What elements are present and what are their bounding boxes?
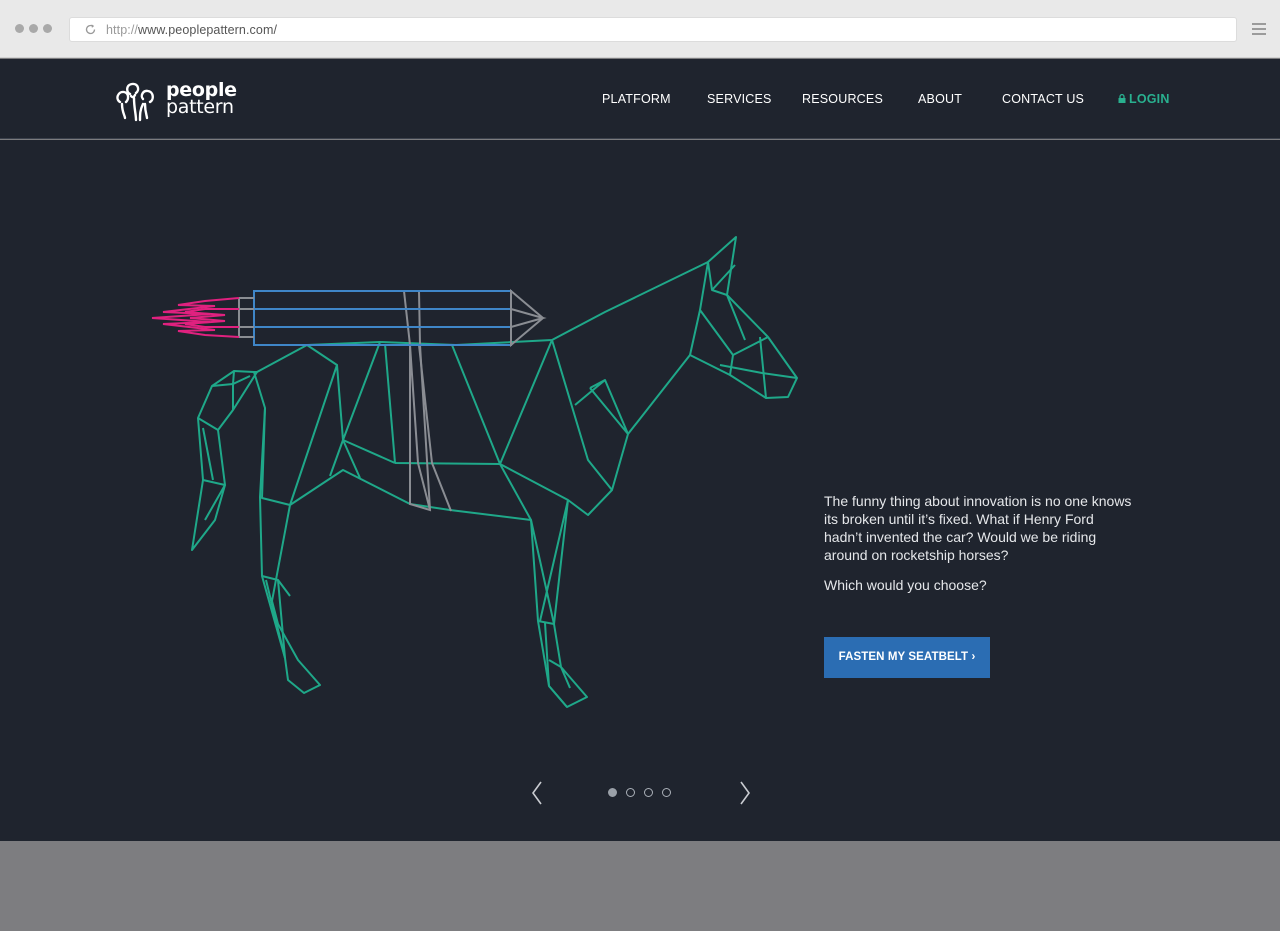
slide-pager bbox=[608, 788, 671, 797]
reload-icon[interactable] bbox=[84, 23, 97, 36]
logo-heads-icon bbox=[116, 82, 154, 122]
below-fold-section bbox=[0, 841, 1280, 931]
rocket-body bbox=[253, 290, 512, 346]
pager-dot-3[interactable] bbox=[644, 788, 653, 797]
prev-slide-icon[interactable] bbox=[530, 780, 544, 806]
nav-services[interactable]: SERVICES bbox=[707, 92, 772, 106]
close-window-button[interactable] bbox=[15, 24, 24, 33]
logo-line2: pattern bbox=[166, 96, 234, 118]
address-bar[interactable]: http://www.peoplepattern.com/ bbox=[69, 17, 1237, 42]
rocket-horse-illustration bbox=[151, 236, 798, 708]
nav-about[interactable]: ABOUT bbox=[918, 92, 962, 106]
nav-contact-us[interactable]: CONTACT US bbox=[1002, 92, 1084, 106]
lock-icon bbox=[1118, 94, 1126, 103]
url-protocol: http:// bbox=[106, 23, 138, 37]
window-controls bbox=[15, 24, 52, 33]
url-text[interactable]: http://www.peoplepattern.com/ bbox=[106, 23, 277, 37]
next-slide-icon[interactable] bbox=[738, 780, 752, 806]
site-header: people pattern PLATFORM SERVICES RESOURC… bbox=[0, 59, 1280, 139]
pager-dot-2[interactable] bbox=[626, 788, 635, 797]
rocket-strap bbox=[402, 290, 452, 512]
hero-paragraph-1: The funny thing about innovation is no o… bbox=[824, 493, 1132, 563]
horse-wireframe bbox=[191, 236, 798, 708]
rocket-flames bbox=[151, 297, 240, 338]
nav-resources[interactable]: RESOURCES bbox=[802, 92, 883, 106]
nav-platform[interactable]: PLATFORM bbox=[602, 92, 671, 106]
browser-toolbar: http://www.peoplepattern.com/ bbox=[0, 0, 1280, 58]
pager-dot-1[interactable] bbox=[608, 788, 617, 797]
hero-copy: The funny thing about innovation is no o… bbox=[824, 492, 1134, 606]
login-label: LOGIN bbox=[1129, 92, 1170, 106]
hero-slider: The funny thing about innovation is no o… bbox=[0, 140, 1280, 841]
pager-dot-4[interactable] bbox=[662, 788, 671, 797]
browser-menu-icon[interactable] bbox=[1252, 23, 1266, 35]
rocket-nose bbox=[238, 288, 547, 348]
hero-paragraph-2: Which would you choose? bbox=[824, 577, 987, 593]
url-host: www.peoplepattern.com/ bbox=[137, 23, 278, 37]
maximize-window-button[interactable] bbox=[43, 24, 52, 33]
site-logo[interactable]: people pattern bbox=[116, 74, 246, 124]
minimize-window-button[interactable] bbox=[29, 24, 38, 33]
nav-login[interactable]: LOGIN bbox=[1118, 92, 1170, 106]
fasten-seatbelt-button[interactable]: FASTEN MY SEATBELT › bbox=[824, 637, 990, 678]
